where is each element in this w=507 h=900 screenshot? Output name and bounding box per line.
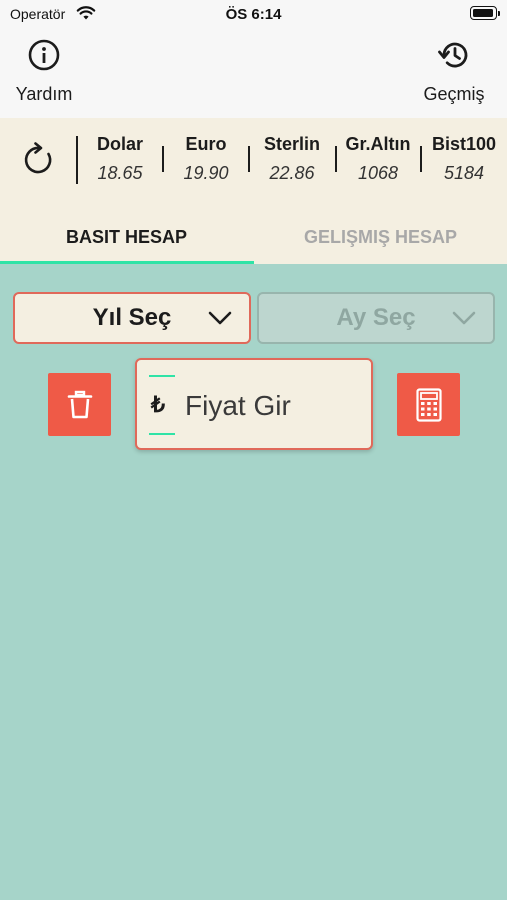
rate-name: Bist100 <box>431 134 497 154</box>
month-select-label: Ay Seç <box>336 304 416 331</box>
rate-gram-altin: Gr.Altın 1068 <box>341 134 415 184</box>
rate-name: Gr.Altın <box>345 134 411 154</box>
rate-name: Dolar <box>96 134 143 154</box>
month-select[interactable]: Ay Seç <box>257 292 495 344</box>
rate-value: 5184 <box>443 163 485 183</box>
rate-value: 18.65 <box>97 163 143 183</box>
chevron-down-icon <box>452 311 476 325</box>
rate-name: Sterlin <box>263 134 320 154</box>
history-label: Geçmiş <box>423 84 485 104</box>
battery-icon <box>470 6 500 20</box>
delete-button[interactable] <box>48 373 111 436</box>
rate-bist100: Bist100 5184 <box>427 134 501 184</box>
active-tab-indicator <box>0 261 254 264</box>
lira-symbol: ₺ <box>151 392 165 417</box>
rate-dolar: Dolar 18.65 <box>88 134 152 184</box>
info-icon <box>28 39 60 71</box>
rate-value: 22.86 <box>269 163 315 183</box>
top-bar: Yardım Geçmiş <box>0 28 507 118</box>
rate-value: 1068 <box>357 163 399 183</box>
decorative-line <box>149 433 175 435</box>
help-label: Yardım <box>15 84 73 104</box>
help-button[interactable]: Yardım <box>8 38 80 105</box>
rate-sterlin: Sterlin 22.86 <box>258 134 326 184</box>
divider <box>76 136 78 184</box>
year-select[interactable]: Yıl Seç <box>13 292 251 344</box>
calculator-icon <box>415 387 442 422</box>
exchange-rates-bar: Dolar 18.65 Euro 19.90 Sterlin 22.86 Gr.… <box>0 118 507 210</box>
price-input-field[interactable]: ₺ <box>135 358 373 450</box>
decorative-line <box>149 375 175 377</box>
price-input[interactable] <box>185 386 365 426</box>
calculate-button[interactable] <box>397 373 460 436</box>
history-button[interactable]: Geçmiş <box>417 38 491 105</box>
rate-name: Euro <box>185 134 227 154</box>
status-bar: Operatör ÖS 6:14 <box>0 0 507 28</box>
history-icon <box>438 42 468 68</box>
tab-advanced-calculation[interactable]: GELIŞMIŞ HESAP <box>254 210 507 264</box>
chevron-down-icon <box>208 311 232 325</box>
rate-value: 19.90 <box>183 163 229 183</box>
divider <box>335 146 337 172</box>
rate-euro: Euro 19.90 <box>173 134 239 184</box>
divider <box>248 146 250 172</box>
clock: ÖS 6:14 <box>225 6 282 23</box>
tab-basic-calculation[interactable]: BASIT HESAP <box>0 210 253 264</box>
year-select-label: Yıl Seç <box>92 304 172 331</box>
trash-icon <box>67 390 92 418</box>
refresh-icon[interactable] <box>22 142 56 178</box>
calculation-tabs: BASIT HESAP GELIŞMIŞ HESAP <box>0 210 507 264</box>
divider <box>162 146 164 172</box>
divider <box>420 146 422 172</box>
